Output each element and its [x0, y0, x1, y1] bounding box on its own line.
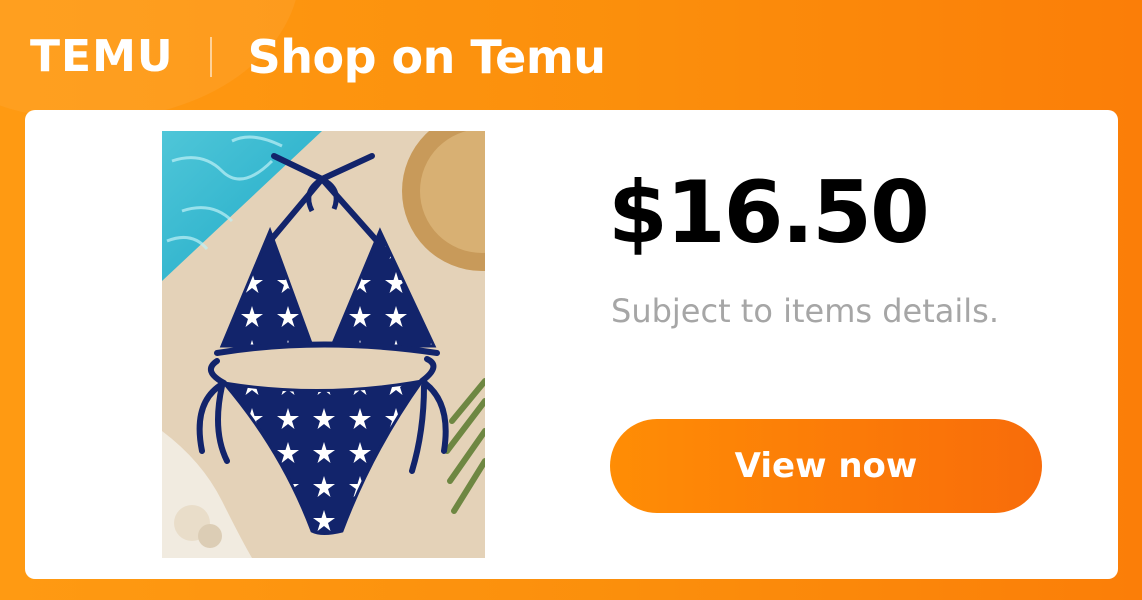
bikini-product-photo-icon [162, 131, 485, 558]
header-divider [209, 37, 212, 77]
banner-header: TEMU Shop on Temu [30, 22, 606, 92]
temu-ad-banner[interactable]: TEMU Shop on Temu $16.50 Subject to item… [0, 0, 1142, 600]
view-now-button[interactable]: View now [610, 419, 1042, 513]
header-title: Shop on Temu [247, 30, 606, 84]
price-note: Subject to items details. [611, 292, 1000, 330]
product-image[interactable] [162, 131, 485, 558]
product-card: $16.50 Subject to items details. View no… [25, 110, 1118, 579]
product-price: $16.50 [608, 163, 930, 263]
temu-logo: TEMU [30, 31, 174, 82]
